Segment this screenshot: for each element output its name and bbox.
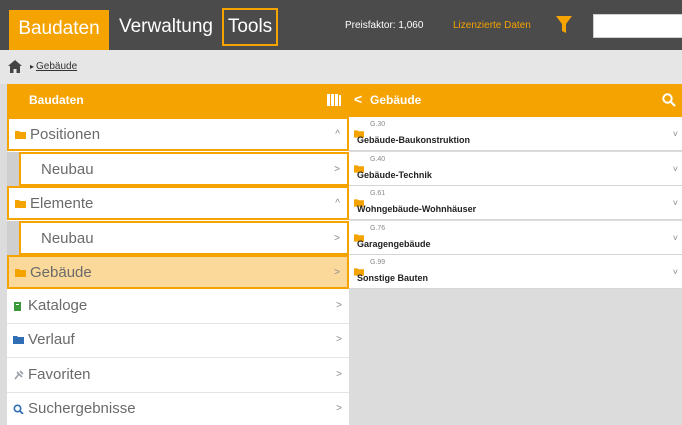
nav-item-elemente-neubau[interactable]: Neubau > (19, 221, 349, 255)
nav-item-label: Neubau (41, 161, 94, 178)
chevron-up-icon: ^ (335, 198, 340, 209)
chevron-right-icon: > (334, 164, 340, 175)
category-name: Gebäude-Baukonstruktion (357, 135, 471, 145)
chevron-right-icon: > (334, 233, 340, 244)
category-code: G.30 (370, 121, 386, 128)
sub-indent (7, 221, 19, 255)
search-icon[interactable] (662, 93, 676, 107)
home-icon[interactable] (8, 60, 22, 73)
book-icon (14, 302, 21, 311)
nav-item-gebaeude[interactable]: Gebäude > (7, 255, 349, 289)
licensed-data-link[interactable]: Lizenzierte Daten (453, 20, 531, 31)
nav-item-label: Neubau (41, 230, 94, 247)
nav-item-verlauf[interactable]: Verlauf > (7, 324, 349, 358)
nav-item-label: Positionen (30, 126, 101, 143)
chevron-down-icon: ˅ (672, 267, 678, 277)
tab-tools[interactable]: Tools (222, 8, 278, 46)
folder-icon (15, 269, 26, 277)
nav-item-kataloge[interactable]: Kataloge > (7, 290, 349, 324)
right-panel-title: Gebäude (370, 93, 422, 107)
category-code: G.99 (370, 259, 386, 266)
chevron-right-icon: > (336, 334, 342, 345)
category-row-g61[interactable]: G.61 Wohngebäude-Wohnhäuser ˅ (349, 186, 682, 220)
category-row-g30[interactable]: G.30 Gebäude-Baukonstruktion ˅ (349, 117, 682, 151)
category-row-g76[interactable]: G.76 Garagengebäude ˅ (349, 221, 682, 255)
book-icon[interactable] (327, 94, 341, 106)
breadcrumb: ▸ Gebäude (0, 50, 682, 84)
category-row-g40[interactable]: G.40 Gebäude-Technik ˅ (349, 152, 682, 186)
folder-icon (15, 131, 26, 139)
nav-item-label: Verlauf (28, 331, 75, 348)
chevron-down-icon: ˅ (672, 129, 678, 139)
tab-verwaltung[interactable]: Verwaltung (112, 8, 220, 46)
right-panel-header: < Gebäude (349, 84, 682, 117)
category-code: G.76 (370, 225, 386, 232)
left-panel-header: Baudaten (7, 84, 349, 117)
top-navigation-bar: Baudaten Verwaltung Tools Preisfaktor: 1… (0, 0, 682, 50)
chevron-right-icon: > (334, 267, 340, 278)
nav-item-favoriten[interactable]: Favoriten > (7, 359, 349, 393)
nav-item-elemente[interactable]: Elemente ^ (7, 186, 349, 220)
category-name: Garagengebäude (357, 239, 431, 249)
chevron-down-icon: ˅ (672, 198, 678, 208)
search-input[interactable] (593, 14, 682, 38)
gebaeude-content-panel: < Gebäude G.30 Gebäude-Baukonstruktion ˅… (349, 84, 682, 425)
category-code: G.61 (370, 190, 386, 197)
chevron-down-icon: ˅ (672, 164, 678, 174)
nav-item-label: Favoriten (28, 366, 91, 383)
nav-item-positionen-neubau[interactable]: Neubau > (19, 152, 349, 186)
folder-icon (13, 336, 24, 344)
left-panel-title: Baudaten (29, 93, 84, 107)
filter-icon[interactable] (556, 16, 572, 34)
nav-item-suchergebnisse[interactable]: Suchergebnisse > (7, 393, 349, 425)
chevron-up-icon: ^ (335, 129, 340, 140)
chevron-down-icon: ˅ (672, 233, 678, 243)
chevron-right-icon: > (336, 300, 342, 311)
chevron-right-icon: > (336, 403, 342, 414)
pin-icon (14, 370, 24, 380)
baudaten-navigation-panel: Baudaten Positionen ^ Neubau > Elemente … (7, 84, 349, 425)
folder-icon (15, 200, 26, 208)
back-button[interactable]: < (354, 91, 362, 107)
breadcrumb-item-gebaeude[interactable]: Gebäude (36, 61, 77, 72)
nav-item-label: Suchergebnisse (28, 400, 136, 417)
nav-item-label: Kataloge (28, 297, 88, 314)
nav-item-positionen[interactable]: Positionen ^ (7, 117, 349, 151)
nav-item-label: Elemente (30, 195, 94, 212)
breadcrumb-separator: ▸ (30, 62, 35, 71)
category-row-g99[interactable]: G.99 Sonstige Bauten ˅ (349, 255, 682, 289)
search-icon (13, 404, 24, 414)
price-factor-label: Preisfaktor: 1,060 (345, 20, 424, 31)
category-code: G.40 (370, 156, 386, 163)
tab-baudaten[interactable]: Baudaten (9, 10, 109, 50)
nav-item-label: Gebäude (30, 264, 92, 281)
sub-indent (7, 152, 19, 186)
chevron-right-icon: > (336, 369, 342, 380)
category-name: Gebäude-Technik (357, 170, 432, 180)
category-name: Wohngebäude-Wohnhäuser (357, 204, 477, 214)
category-name: Sonstige Bauten (357, 273, 429, 283)
